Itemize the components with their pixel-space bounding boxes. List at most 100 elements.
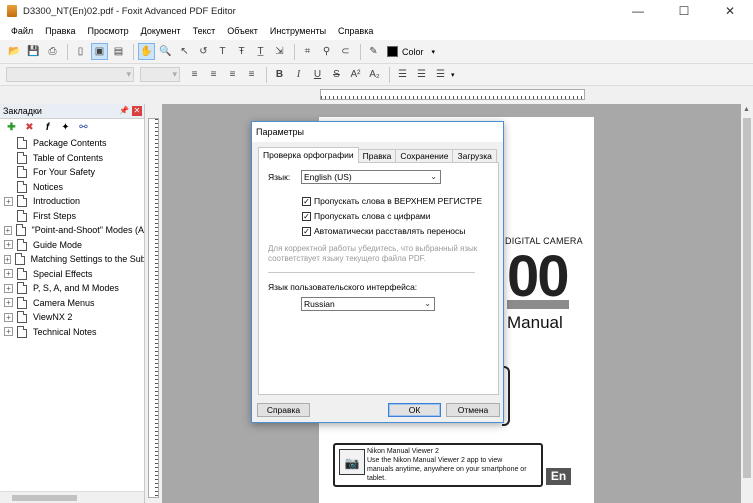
tab-edit[interactable]: Правка xyxy=(357,149,397,163)
align-left-icon[interactable]: ≡ xyxy=(186,66,203,83)
expand-icon[interactable]: + xyxy=(4,327,13,337)
scroll-up-icon[interactable]: ▲ xyxy=(743,106,750,113)
eyedropper-icon[interactable]: ✎ xyxy=(365,43,382,60)
expand-icon[interactable]: + xyxy=(4,225,12,235)
color-button[interactable]: Color ▾ xyxy=(387,46,435,57)
find-bookmark-icon[interactable]: ⚯ xyxy=(77,122,90,133)
rotate-icon[interactable]: ↺ xyxy=(195,43,212,60)
help-button[interactable]: Справка xyxy=(257,403,310,417)
checkbox-skip-uppercase[interactable]: ✓ Пропускать слова в ВЕРХНЕМ РЕГИСТРЕ xyxy=(302,196,482,206)
cancel-button[interactable]: Отмена xyxy=(446,403,500,417)
menu-edit[interactable]: Правка xyxy=(39,26,81,36)
menu-document[interactable]: Документ xyxy=(135,26,187,36)
scroll-thumb[interactable] xyxy=(743,118,751,478)
pin-icon[interactable]: 📌 xyxy=(119,106,129,115)
link-icon[interactable]: ⊂ xyxy=(337,43,354,60)
menu-text[interactable]: Текст xyxy=(187,26,222,36)
bookmark-item[interactable]: + Matching Settings to the Sub xyxy=(4,252,144,267)
align-right-icon[interactable]: ≡ xyxy=(224,66,241,83)
bold-icon[interactable]: B xyxy=(271,66,288,83)
text-edit-icon[interactable]: Ŧ xyxy=(233,43,250,60)
menu-view[interactable]: Просмотр xyxy=(82,26,135,36)
bookmark-item[interactable]: + ViewNX 2 xyxy=(4,310,144,325)
bookmark-item[interactable]: For Your Safety xyxy=(4,165,144,180)
expand-icon[interactable]: + xyxy=(4,269,13,279)
attach-icon[interactable]: ⚲ xyxy=(318,43,335,60)
bookmark-item[interactable]: + Introduction xyxy=(4,194,144,209)
expand-icon[interactable]: + xyxy=(4,312,13,322)
font-family-select[interactable] xyxy=(6,67,134,82)
checkbox-skip-numbers[interactable]: ✓ Пропускать слова с цифрами xyxy=(302,211,431,221)
manual-viewer-box: 📷 Nikon Manual Viewer 2 Use the Nikon Ma… xyxy=(333,443,543,487)
tab-load[interactable]: Загрузка xyxy=(452,149,497,163)
menu-object[interactable]: Объект xyxy=(221,26,264,36)
panel-close-icon[interactable]: ✕ xyxy=(132,106,142,116)
save-icon[interactable]: 💾 xyxy=(25,43,42,60)
tab-save[interactable]: Сохранение xyxy=(395,149,454,163)
zoom-icon[interactable]: 🔍 xyxy=(157,43,174,60)
page-icon xyxy=(17,296,27,309)
select-arrow-icon[interactable]: ↖ xyxy=(176,43,193,60)
bookmark-item[interactable]: + Technical Notes xyxy=(4,325,144,340)
chevron-down-icon[interactable]: ▾ xyxy=(451,71,455,79)
expand-icon[interactable]: + xyxy=(4,283,13,293)
italic-icon[interactable]: I xyxy=(290,66,307,83)
ui-language-select[interactable]: Russian ⌄ xyxy=(301,297,435,311)
expand-icon[interactable]: + xyxy=(4,196,13,206)
text-tool-icon[interactable]: T xyxy=(214,43,231,60)
page-layout-icon[interactable]: ▤ xyxy=(110,43,127,60)
delete-bookmark-icon[interactable]: ✖ xyxy=(23,122,36,133)
tree-line xyxy=(4,211,13,220)
tab-spelling[interactable]: Проверка орфографии xyxy=(258,147,359,163)
bookmark-properties-icon[interactable]: f xyxy=(41,122,54,133)
checkbox-auto-hyphenation[interactable]: ✓ Автоматически расставлять переносы xyxy=(302,226,465,236)
menu-help[interactable]: Справка xyxy=(332,26,379,36)
bookmarks-hscrollbar[interactable] xyxy=(0,491,144,503)
line-spacing-icon[interactable]: ☰ xyxy=(394,66,411,83)
checkbox[interactable]: ✓ xyxy=(302,211,311,221)
open-icon[interactable]: 📂 xyxy=(6,43,23,60)
expand-icon[interactable]: + xyxy=(4,298,13,308)
object-tool-icon[interactable]: ⇲ xyxy=(271,43,288,60)
ok-button[interactable]: ОК xyxy=(388,403,441,417)
align-center-icon[interactable]: ≡ xyxy=(205,66,222,83)
hand-tool-icon[interactable]: ✋ xyxy=(138,43,155,60)
bookmark-item[interactable]: + P, S, A, and M Modes xyxy=(4,281,144,296)
underline-icon[interactable]: U xyxy=(309,66,326,83)
bookmark-item[interactable]: Notices xyxy=(4,180,144,195)
text-box-icon[interactable]: T̲ xyxy=(252,43,269,60)
minimize-button[interactable]: — xyxy=(615,0,661,22)
font-size-select[interactable] xyxy=(140,67,180,82)
fit-page-icon[interactable]: ▣ xyxy=(91,43,108,60)
scroll-thumb[interactable] xyxy=(12,495,77,501)
bookmark-item[interactable]: + "Point-and-Shoot" Modes (A xyxy=(4,223,144,238)
paragraph-spacing-icon[interactable]: ☰ xyxy=(413,66,430,83)
bookmark-tool-icon[interactable]: ✦ xyxy=(59,122,72,133)
bookmark-item[interactable]: + Camera Menus xyxy=(4,296,144,311)
menu-file[interactable]: Файл xyxy=(5,26,39,36)
add-bookmark-icon[interactable]: ✚ xyxy=(5,122,18,133)
document-vscrollbar[interactable]: ▲ xyxy=(741,104,753,503)
expand-icon[interactable]: + xyxy=(4,254,11,264)
strikethrough-icon[interactable]: S xyxy=(328,66,345,83)
single-page-icon[interactable]: ▯ xyxy=(72,43,89,60)
align-justify-icon[interactable]: ≡ xyxy=(243,66,260,83)
language-select[interactable]: English (US) ⌄ xyxy=(301,170,441,184)
checkbox[interactable]: ✓ xyxy=(302,226,311,236)
bookmark-item[interactable]: First Steps xyxy=(4,209,144,224)
expand-icon[interactable]: + xyxy=(4,240,13,250)
indent-icon[interactable]: ☰ xyxy=(432,66,449,83)
bookmark-item[interactable]: + Special Effects xyxy=(4,267,144,282)
print-icon[interactable]: ⎙ xyxy=(44,43,61,60)
crop-icon[interactable]: ⌗ xyxy=(299,43,316,60)
close-button[interactable]: ✕ xyxy=(707,0,753,22)
maximize-button[interactable]: ☐ xyxy=(661,0,707,22)
bookmark-item[interactable]: Table of Contents xyxy=(4,151,144,166)
menu-tools[interactable]: Инструменты xyxy=(264,26,332,36)
checkbox[interactable]: ✓ xyxy=(302,196,311,206)
subscript-icon[interactable]: A₂ xyxy=(366,66,383,83)
bookmark-item[interactable]: + Guide Mode xyxy=(4,238,144,253)
bookmark-item[interactable]: Package Contents xyxy=(4,136,144,151)
language-value: English (US) xyxy=(304,172,352,182)
superscript-icon[interactable]: A² xyxy=(347,66,364,83)
